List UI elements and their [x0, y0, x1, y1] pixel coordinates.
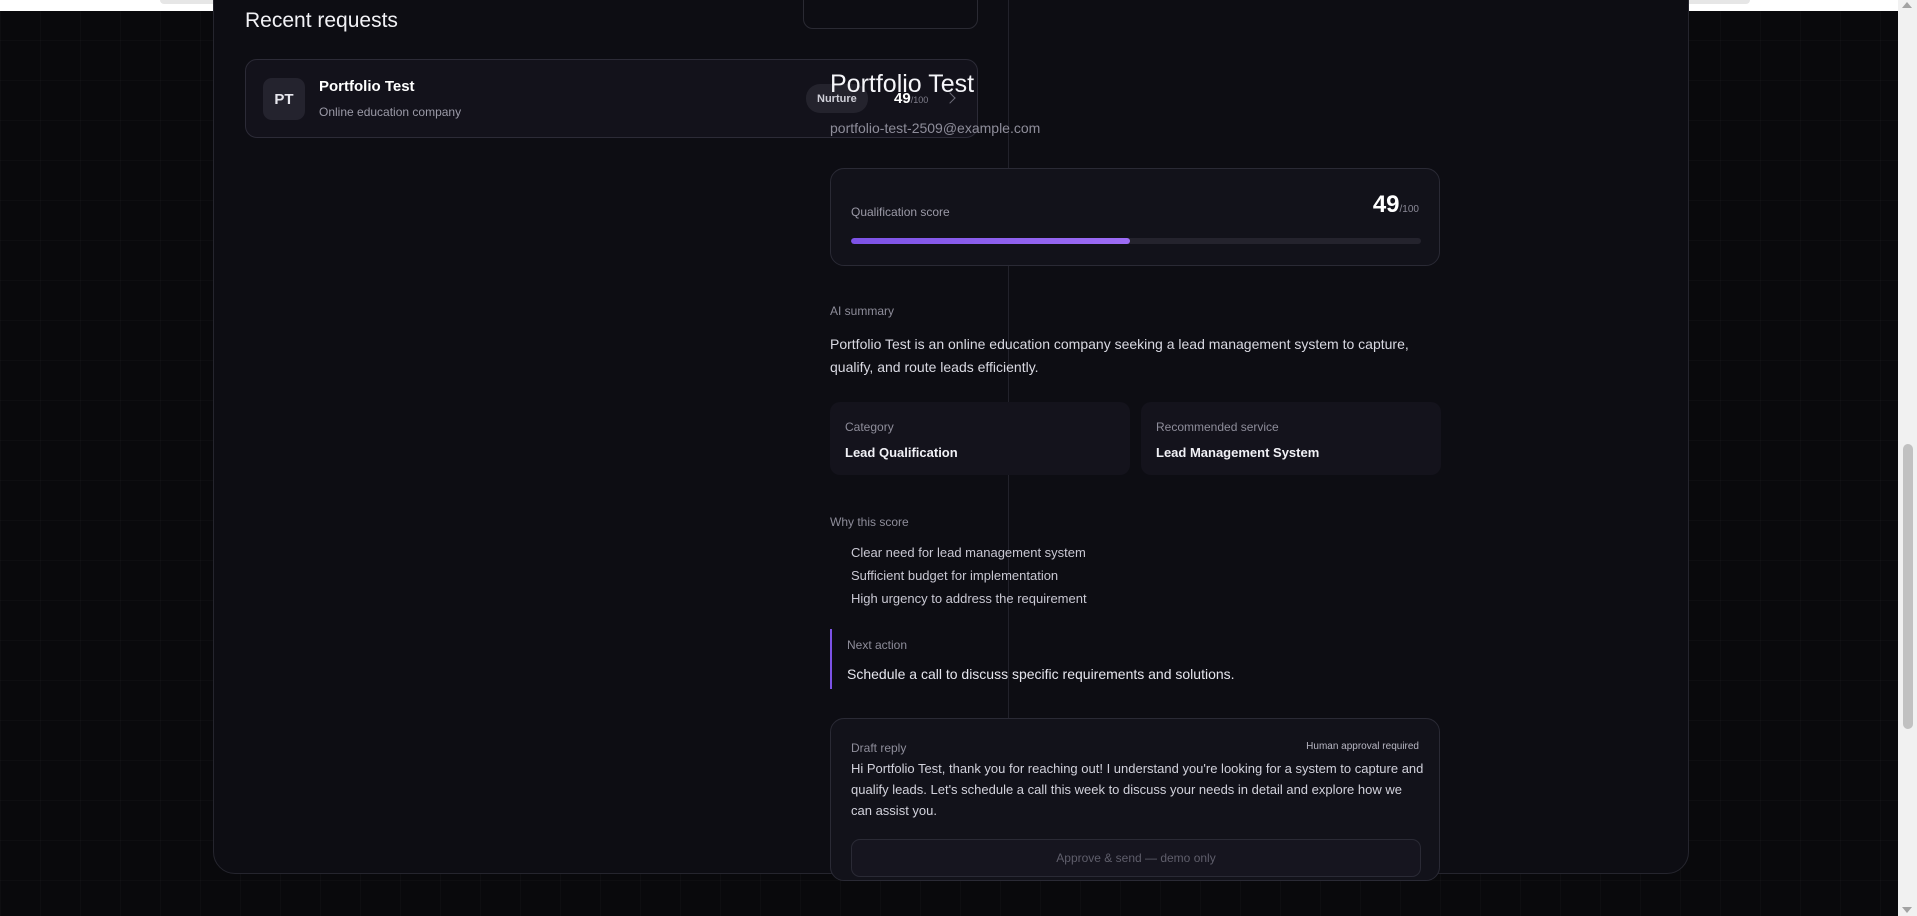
- draft-reply-label: Draft reply: [851, 741, 907, 755]
- draft-reply-text: Hi Portfolio Test, thank you for reachin…: [851, 761, 1424, 818]
- why-score-list: Clear need for lead management system Su…: [851, 541, 1087, 610]
- list-item: Clear need for lead management system: [851, 545, 1086, 560]
- avatar: PT: [263, 78, 305, 120]
- next-action-text: Schedule a call to discuss specific requ…: [847, 666, 1235, 682]
- scroll-up-arrow-icon[interactable]: [1902, 2, 1912, 8]
- list-item: Sufficient budget for implementation: [851, 568, 1059, 583]
- request-description: Online education company: [319, 105, 462, 119]
- qualification-progress-fill: [851, 238, 1131, 244]
- qualification-score-number: 49: [1372, 191, 1400, 218]
- lead-email: portfolio-test-2509@example.com: [830, 120, 1041, 136]
- human-approval-note: Human approval required: [1306, 741, 1419, 752]
- qualification-score-card: Qualification score 49/100: [830, 168, 1440, 266]
- lead-name: Portfolio Test: [830, 70, 975, 98]
- filter-control[interactable]: [803, 0, 978, 29]
- category-card: Category Lead Qualification: [830, 402, 1130, 475]
- next-action-callout: Next action Schedule a call to discuss s…: [830, 629, 1280, 689]
- qualification-score-label: Qualification score: [851, 205, 950, 219]
- ai-summary-text: Portfolio Test is an online education co…: [830, 336, 1409, 375]
- recommended-service-card: Recommended service Lead Management Syst…: [1141, 402, 1441, 475]
- page-scrollbar[interactable]: [1898, 0, 1917, 916]
- request-name: Portfolio Test: [319, 78, 415, 95]
- why-score-label: Why this score: [830, 515, 909, 529]
- draft-reply-card: Draft reply Human approval required Hi P…: [830, 718, 1440, 881]
- approve-send-button[interactable]: Approve & send — demo only: [851, 839, 1421, 877]
- next-action-label: Next action: [847, 638, 908, 652]
- recommended-service-value: Lead Management System: [1156, 445, 1320, 460]
- recommended-service-label: Recommended service: [1156, 420, 1279, 434]
- category-value: Lead Qualification: [845, 445, 958, 460]
- qualification-score-value: 49/100: [1373, 191, 1419, 219]
- qualification-score-max: /100: [1399, 204, 1419, 215]
- recent-requests-title: Recent requests: [245, 9, 398, 32]
- category-label: Category: [845, 420, 894, 434]
- list-item: High urgency to address the requirement: [851, 591, 1087, 606]
- scroll-down-arrow-icon[interactable]: [1902, 907, 1912, 913]
- qualification-progress-track: [851, 238, 1421, 244]
- ai-summary-label: AI summary: [830, 304, 895, 318]
- scrollbar-thumb[interactable]: [1903, 444, 1913, 729]
